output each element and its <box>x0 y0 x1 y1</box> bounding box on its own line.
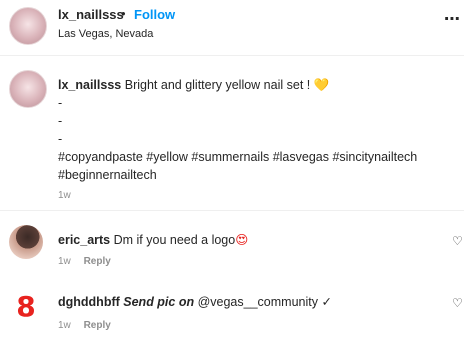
comment-text: eric_arts Dm if you need a logo😍 <box>58 232 248 247</box>
instagram-post-comments: lx_naillsss • Follow Las Vegas, Nevada ⋯… <box>0 0 464 337</box>
comment-avatar[interactable] <box>9 225 43 259</box>
comment-timestamp: 1w <box>58 320 71 331</box>
like-heart-icon[interactable]: ♡ <box>452 296 463 310</box>
caption-dash: - <box>58 96 63 110</box>
more-options-icon[interactable]: ⋯ <box>444 9 460 29</box>
header-separator: • <box>121 6 126 21</box>
caption-dash: - <box>58 114 63 128</box>
post-header: lx_naillsss • Follow Las Vegas, Nevada ⋯ <box>0 0 464 56</box>
comment-body-emphasis: Send pic on <box>123 295 195 309</box>
profile-avatar[interactable] <box>9 7 47 45</box>
comment-meta: 1w Reply <box>58 256 111 267</box>
post-caption: lx_naillsss Bright and glittery yellow n… <box>58 76 454 184</box>
caption-dash: - <box>58 132 63 146</box>
follow-button[interactable]: Follow <box>134 7 175 22</box>
location-link[interactable]: Las Vegas, Nevada <box>58 28 153 40</box>
heart-eyes-emoji-icon: 😍 <box>235 233 249 247</box>
comment-avatar[interactable]: 8 <box>9 289 43 323</box>
reply-button[interactable]: Reply <box>84 256 111 267</box>
comment-meta: 1w Reply <box>58 320 111 331</box>
comment-body: Dm if you need a logo <box>113 233 236 247</box>
comment-timestamp: 1w <box>58 256 71 267</box>
reply-button[interactable]: Reply <box>84 320 111 331</box>
like-heart-icon[interactable]: ♡ <box>452 234 463 248</box>
comment-username[interactable]: dghddhbff <box>58 295 120 309</box>
comment-body[interactable]: @vegas__community ✓ <box>198 295 332 309</box>
divider <box>0 210 464 211</box>
caption-text: Bright and glittery yellow nail set ! <box>124 78 311 92</box>
comment-text: dghddhbff Send pic on @vegas__community … <box>58 294 332 309</box>
caption-timestamp: 1w <box>58 190 71 201</box>
header-username[interactable]: lx_naillsss <box>58 7 124 22</box>
comment-username[interactable]: eric_arts <box>58 233 110 247</box>
caption-hashtags[interactable]: #copyandpaste #yellow #summernails #lasv… <box>58 148 454 166</box>
caption-hashtags[interactable]: #beginnernailtech <box>58 166 454 184</box>
caption-first-line: lx_naillsss Bright and glittery yellow n… <box>58 76 454 94</box>
caption-avatar[interactable] <box>9 70 47 108</box>
caption-username[interactable]: lx_naillsss <box>58 78 121 92</box>
yellow-heart-icon: 💛 <box>313 78 330 92</box>
